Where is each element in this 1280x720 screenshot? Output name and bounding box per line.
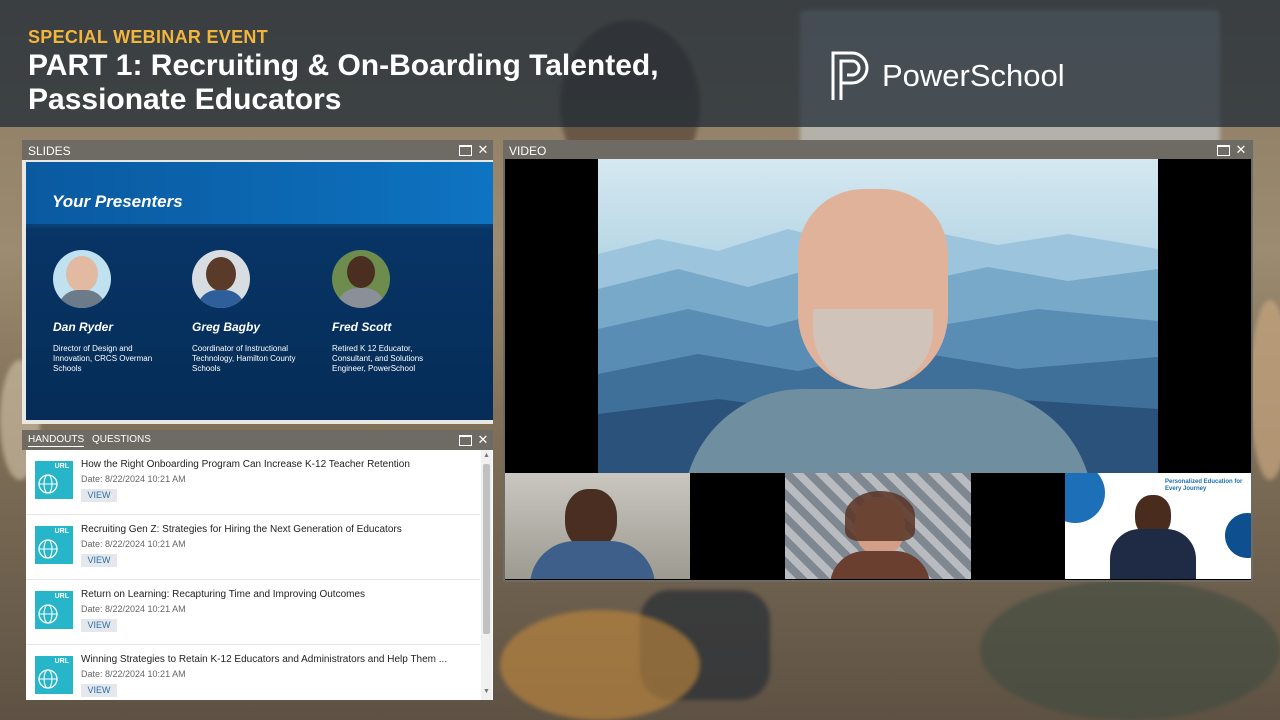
handout-title[interactable]: Winning Strategies to Retain K-12 Educat… bbox=[81, 654, 473, 665]
scroll-up-icon[interactable]: ▲ bbox=[483, 452, 490, 459]
handouts-panel-bar: HANDOUTS QUESTIONS ✕ bbox=[22, 430, 493, 450]
tile-banner: Personalized Education for Every Journey bbox=[1165, 479, 1243, 492]
presenter-card: Dan Ryder Director of Design and Innovat… bbox=[53, 250, 183, 373]
list-item: URL Winning Strategies to Retain K-12 Ed… bbox=[26, 645, 480, 700]
url-label: URL bbox=[54, 463, 69, 470]
participant-tile[interactable] bbox=[785, 473, 971, 579]
handout-date: Date: 8/22/2024 10:21 AM bbox=[81, 539, 186, 549]
logo-wordmark: PowerSchool bbox=[882, 58, 1065, 93]
presenter-role: Coordinator of Instructional Technology,… bbox=[192, 344, 296, 373]
handout-date: Date: 8/22/2024 10:21 AM bbox=[81, 604, 186, 614]
powerschool-logo: PowerSchool bbox=[830, 50, 1065, 102]
handout-date: Date: 8/22/2024 10:21 AM bbox=[81, 669, 186, 679]
list-item: URL Return on Learning: Recapturing Time… bbox=[26, 580, 480, 645]
event-title: PART 1: Recruiting & On-Boarding Talente… bbox=[28, 49, 659, 116]
handouts-list: URL How the Right Onboarding Program Can… bbox=[26, 450, 493, 700]
view-button[interactable]: VIEW bbox=[81, 489, 117, 502]
presenter-avatar bbox=[53, 250, 111, 308]
close-icon[interactable]: ✕ bbox=[476, 143, 490, 157]
event-header: SPECIAL WEBINAR EVENT PART 1: Recruiting… bbox=[0, 0, 1280, 127]
handouts-scrollbar[interactable]: ▲ ▼ bbox=[481, 450, 492, 700]
presenter-name: Dan Ryder bbox=[53, 320, 114, 334]
participant-tile[interactable] bbox=[505, 473, 690, 579]
main-speaker-video[interactable] bbox=[598, 159, 1158, 473]
presenter-name: Fred Scott bbox=[332, 320, 392, 334]
video-panel-bar: VIDEO ✕ bbox=[503, 140, 1253, 160]
slide-content: Your Presenters Dan Ryder Director of De… bbox=[26, 162, 493, 420]
slides-panel-title: SLIDES bbox=[28, 144, 71, 158]
tab-handouts[interactable]: HANDOUTS bbox=[28, 434, 85, 447]
url-label: URL bbox=[54, 593, 69, 600]
powerschool-logo-icon bbox=[831, 51, 869, 100]
tab-questions[interactable]: QUESTIONS bbox=[92, 434, 151, 445]
url-label: URL bbox=[54, 528, 69, 535]
close-icon[interactable]: ✕ bbox=[476, 433, 490, 447]
presenter-role: Retired K 12 Educator, Consultant, and S… bbox=[332, 344, 424, 373]
handout-date: Date: 8/22/2024 10:21 AM bbox=[81, 474, 186, 484]
presenter-card: Fred Scott Retired K 12 Educator, Consul… bbox=[332, 250, 462, 373]
handout-title[interactable]: Recruiting Gen Z: Strategies for Hiring … bbox=[81, 524, 473, 535]
presenter-card: Greg Bagby Coordinator of Instructional … bbox=[192, 250, 322, 373]
url-globe-icon[interactable]: URL bbox=[35, 656, 73, 694]
scroll-down-icon[interactable]: ▼ bbox=[483, 688, 490, 695]
view-button[interactable]: VIEW bbox=[81, 619, 117, 632]
video-stage[interactable]: Personalized Education for Every Journey bbox=[505, 159, 1251, 580]
presenter-avatar bbox=[332, 250, 390, 308]
slide-heading: Your Presenters bbox=[52, 192, 183, 211]
url-globe-icon[interactable]: URL bbox=[35, 526, 73, 564]
list-item: URL Recruiting Gen Z: Strategies for Hir… bbox=[26, 515, 480, 580]
handout-title[interactable]: Return on Learning: Recapturing Time and… bbox=[81, 589, 473, 600]
maximize-icon[interactable] bbox=[1217, 145, 1230, 156]
participant-tile[interactable]: Personalized Education for Every Journey bbox=[1065, 473, 1251, 579]
url-globe-icon[interactable]: URL bbox=[35, 461, 73, 499]
view-button[interactable]: VIEW bbox=[81, 684, 117, 697]
list-item: URL How the Right Onboarding Program Can… bbox=[26, 450, 480, 515]
handout-title[interactable]: How the Right Onboarding Program Can Inc… bbox=[81, 459, 473, 470]
url-label: URL bbox=[54, 658, 69, 665]
presenter-name: Greg Bagby bbox=[192, 320, 261, 334]
presenter-role: Director of Design and Innovation, CRCS … bbox=[53, 344, 153, 373]
event-eyebrow: SPECIAL WEBINAR EVENT bbox=[28, 27, 268, 47]
view-button[interactable]: VIEW bbox=[81, 554, 117, 567]
video-panel-title: VIDEO bbox=[509, 144, 547, 158]
scrollbar-thumb[interactable] bbox=[483, 464, 490, 634]
maximize-icon[interactable] bbox=[459, 435, 472, 446]
maximize-icon[interactable] bbox=[459, 145, 472, 156]
close-icon[interactable]: ✕ bbox=[1234, 143, 1248, 157]
url-globe-icon[interactable]: URL bbox=[35, 591, 73, 629]
presenter-avatar bbox=[192, 250, 250, 308]
slides-panel-bar: SLIDES ✕ bbox=[22, 140, 493, 160]
